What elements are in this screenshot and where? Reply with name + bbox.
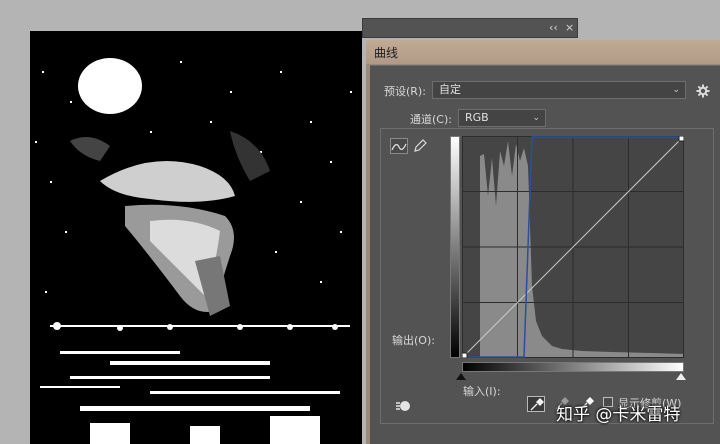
curve-mode-button[interactable] xyxy=(390,138,408,154)
curves-graph[interactable] xyxy=(462,136,684,358)
chevron-down-icon: ⌄ xyxy=(532,113,540,123)
channel-value: RGB xyxy=(465,111,489,124)
curve-icon xyxy=(391,143,407,151)
channel-label: 通道(C): xyxy=(410,113,452,126)
curves-graph-svg[interactable] xyxy=(462,136,684,358)
watermark: 知乎 @卡米雷特 xyxy=(556,405,681,425)
channel-select[interactable]: RGB ⌄ xyxy=(458,109,546,127)
output-label: 输出(O): xyxy=(392,334,435,347)
high-contrast-image xyxy=(30,31,362,444)
document-canvas[interactable] xyxy=(30,31,362,444)
pencil-icon xyxy=(414,139,427,152)
dialog-titlebar[interactable]: 曲线 xyxy=(366,40,720,64)
black-eyedropper-button[interactable] xyxy=(527,396,545,412)
chevron-down-icon: ⌄ xyxy=(672,85,680,95)
pencil-mode-button[interactable] xyxy=(412,138,430,154)
panel-strip: ‹‹ × xyxy=(362,18,578,38)
collapse-panel-button[interactable]: ‹‹ xyxy=(549,20,558,36)
preset-value: 自定 xyxy=(439,83,461,96)
black-point-slider[interactable] xyxy=(456,373,466,380)
close-panel-button[interactable]: × xyxy=(565,20,574,36)
white-point-slider[interactable] xyxy=(676,373,686,380)
targeted-adjustment-icon[interactable] xyxy=(394,398,412,414)
preset-select[interactable]: 自定 ⌄ xyxy=(432,81,686,99)
preset-label: 预设(R): xyxy=(384,85,426,98)
gear-icon[interactable] xyxy=(696,84,710,98)
eyedropper-icon xyxy=(530,398,544,411)
dialog-title: 曲线 xyxy=(374,46,399,60)
input-label: 输入(I): xyxy=(463,385,501,398)
curve-point-white[interactable] xyxy=(678,136,684,142)
curve-point-black[interactable] xyxy=(462,352,468,358)
input-gradient-bar xyxy=(462,362,684,372)
output-gradient-bar xyxy=(450,136,460,358)
